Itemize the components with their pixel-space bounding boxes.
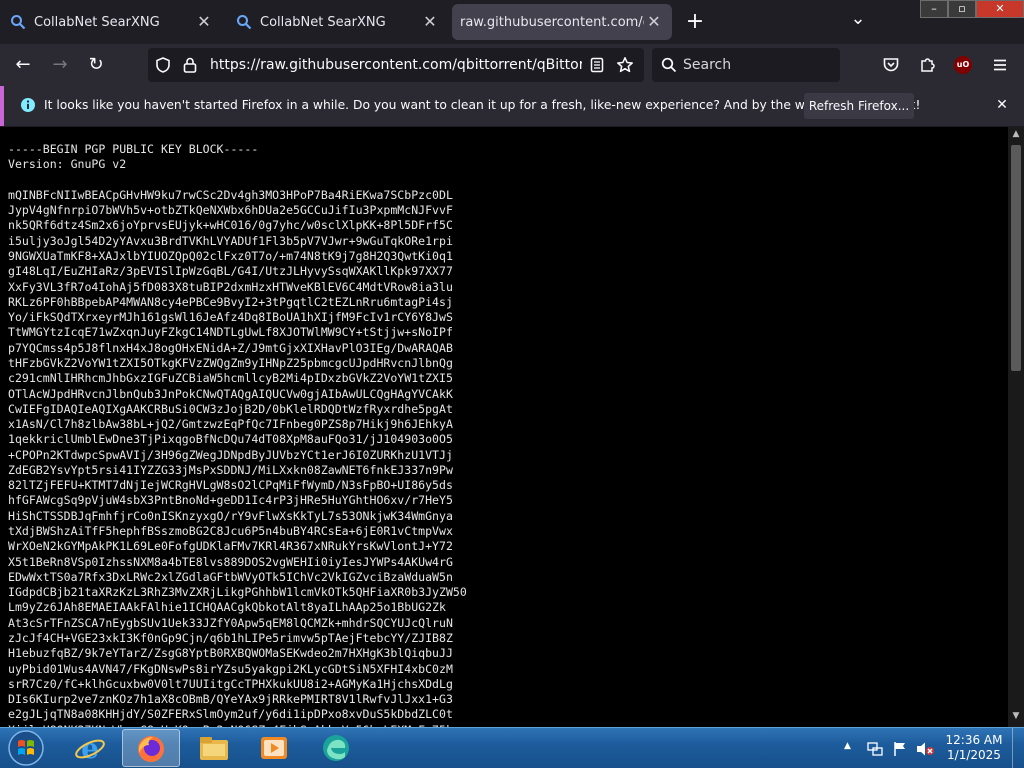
- close-window-button[interactable]: ✕: [976, 0, 1024, 18]
- search-icon: [237, 15, 252, 30]
- window-controls: – ▫ ✕: [920, 0, 1024, 18]
- search-input[interactable]: Search: [652, 48, 840, 82]
- url-text[interactable]: https://raw.githubusercontent.com/qbitto…: [210, 57, 582, 73]
- close-tab-icon[interactable]: ✕: [644, 12, 664, 32]
- scrollbar-thumb[interactable]: [1011, 145, 1021, 371]
- pgp-key-text: -----BEGIN PGP PUBLIC KEY BLOCK----- Ver…: [8, 142, 467, 727]
- search-placeholder: Search: [683, 57, 732, 73]
- search-icon: [661, 57, 677, 73]
- reload-button[interactable]: ↻: [81, 50, 111, 80]
- scroll-up-arrow-icon[interactable]: ▲: [1008, 129, 1024, 143]
- tab-title: CollabNet SearXNG: [34, 14, 160, 30]
- info-icon: [21, 98, 35, 112]
- show-desktop-button[interactable]: [1012, 728, 1024, 768]
- svg-text:e: e: [81, 732, 99, 765]
- internet-explorer-icon[interactable]: e: [72, 730, 108, 766]
- lock-icon[interactable]: [182, 56, 198, 74]
- clock-time: 12:36 AM: [945, 733, 1003, 747]
- notification-bar: It looks like you haven't started Firefo…: [0, 86, 1024, 126]
- tab-bar: CollabNet SearXNG ✕ CollabNet SearXNG ✕ …: [0, 0, 1024, 44]
- search-icon: [11, 15, 26, 30]
- ublock-origin-icon[interactable]: uO: [954, 56, 972, 74]
- back-button[interactable]: ←: [8, 50, 38, 80]
- windows-taskbar: e ▲ 12:36 AM 1/1/2025: [0, 727, 1024, 768]
- media-player-icon[interactable]: [256, 730, 292, 766]
- action-center-flag-icon[interactable]: [891, 740, 909, 758]
- start-orb-icon[interactable]: [4, 728, 48, 768]
- close-tab-icon[interactable]: ✕: [194, 12, 214, 32]
- browser-app-icon[interactable]: [318, 730, 354, 766]
- url-bar[interactable]: https://raw.githubusercontent.com/qbitto…: [148, 48, 644, 82]
- maximize-button[interactable]: ▫: [948, 0, 976, 18]
- minimize-button[interactable]: –: [920, 0, 948, 18]
- forward-button[interactable]: →: [45, 50, 75, 80]
- tab-title: CollabNet SearXNG: [260, 14, 386, 30]
- tab-searxng-2[interactable]: CollabNet SearXNG ✕: [226, 4, 448, 40]
- pocket-icon[interactable]: [882, 56, 900, 74]
- extensions-puzzle-icon[interactable]: [919, 55, 937, 73]
- bookmark-star-icon[interactable]: [616, 56, 634, 74]
- firefox-icon: [138, 736, 164, 762]
- refresh-firefox-button[interactable]: Refresh Firefox...: [804, 93, 914, 119]
- vertical-scrollbar[interactable]: ▲ ▼: [1008, 127, 1024, 727]
- tab-searxng-1[interactable]: CollabNet SearXNG ✕: [0, 4, 222, 40]
- close-tab-icon[interactable]: ✕: [420, 12, 440, 32]
- navigation-toolbar: ← → ↻ https://raw.githubusercontent.com/…: [0, 44, 1024, 86]
- tab-title: raw.githubusercontent.com/qbittor: [460, 14, 644, 30]
- page-content: -----BEGIN PGP PUBLIC KEY BLOCK----- Ver…: [0, 127, 1008, 727]
- new-tab-button[interactable]: +: [682, 8, 708, 36]
- menu-hamburger-icon[interactable]: [991, 56, 1009, 74]
- scroll-down-arrow-icon[interactable]: ▼: [1008, 711, 1024, 725]
- notification-message: It looks like you haven't started Firefo…: [44, 98, 921, 112]
- volume-muted-icon[interactable]: [915, 740, 935, 758]
- show-hidden-icons-arrow-icon[interactable]: ▲: [844, 741, 856, 755]
- taskbar-firefox-active[interactable]: [122, 729, 180, 767]
- file-explorer-icon[interactable]: [196, 730, 232, 766]
- network-icon[interactable]: [866, 740, 884, 758]
- reader-view-icon[interactable]: [589, 57, 605, 73]
- list-all-tabs-button[interactable]: ⌄: [846, 8, 870, 36]
- system-clock[interactable]: 12:36 AM 1/1/2025: [942, 733, 1006, 763]
- shield-icon[interactable]: [154, 56, 172, 74]
- close-notification-icon[interactable]: ✕: [992, 95, 1012, 115]
- clock-date: 1/1/2025: [947, 748, 1001, 762]
- tab-raw-github[interactable]: raw.githubusercontent.com/qbittor ✕: [452, 4, 672, 40]
